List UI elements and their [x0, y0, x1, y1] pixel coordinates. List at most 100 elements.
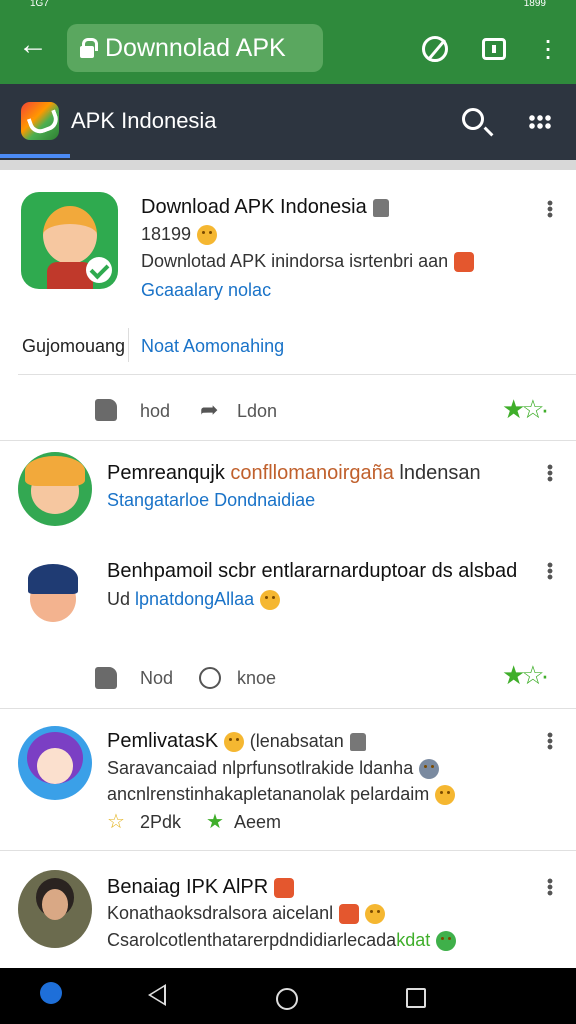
status-clock: 1899	[523, 0, 546, 9]
gift-icon	[454, 252, 475, 273]
post-line: Konathaoksdralsora aicelanl	[107, 903, 386, 925]
heart-icon[interactable]	[199, 667, 221, 689]
search-icon[interactable]	[462, 108, 484, 130]
grid-icon[interactable]	[528, 114, 552, 130]
active-tab-indicator	[0, 154, 70, 158]
meta-right: Aeem	[234, 812, 282, 832]
post-line1: Saravancaiad nlprfunsotlrakide ldanha	[107, 758, 414, 778]
like-icon[interactable]	[95, 399, 117, 421]
star-icon: ★	[206, 811, 224, 833]
divider	[0, 708, 576, 709]
star-outline-icon: ☆	[107, 811, 125, 833]
post-line: ancnlrenstinhakapletananolak pelardaim	[107, 784, 456, 806]
post-title-text: PemlivatasK	[107, 730, 219, 752]
avatar[interactable]	[18, 452, 92, 526]
post-link[interactable]: Gcaaalary nolac	[141, 280, 271, 301]
kebab-icon[interactable]	[547, 562, 553, 580]
post-title: Download APK Indonesia	[141, 196, 389, 219]
emoji-icon	[224, 731, 245, 752]
like-icon[interactable]	[95, 667, 117, 689]
emoji-icon	[436, 931, 457, 952]
share-icon[interactable]: ➦	[200, 399, 222, 421]
divider	[18, 374, 576, 375]
share-label[interactable]: Ldon	[237, 401, 277, 422]
post-title: Pemreanqujk confllomanoirgaña lndensan	[107, 462, 481, 485]
post-description: Downlotad APK inindorsa isrtenbri aan	[141, 251, 475, 273]
post-link[interactable]: lpnatdongAllaa	[135, 589, 254, 609]
status-bar: 1G7 1899	[0, 0, 576, 10]
avatar[interactable]	[18, 870, 92, 948]
post-title: Benaiag IPK AlPR	[107, 876, 295, 899]
heart-label[interactable]: knoe	[237, 668, 276, 689]
emoji-icon	[365, 904, 386, 925]
app-title: APK Indonesia	[71, 108, 217, 133]
post-link[interactable]: Stangatarloe Dondnaidiae	[107, 490, 315, 511]
avatar-face	[41, 888, 69, 920]
kebab-icon[interactable]	[547, 878, 553, 896]
post-title-b: (lenabsatan	[249, 731, 344, 751]
gift-icon	[339, 904, 360, 925]
divider	[0, 850, 576, 851]
post-title: Benhpamoil scbr entlararnarduptoar ds al…	[107, 560, 518, 582]
hand-icon	[349, 732, 366, 751]
post-line2-tail: kdat	[396, 930, 431, 950]
nav-recent-icon[interactable]	[406, 988, 426, 1008]
thumbs-up-icon	[372, 198, 389, 217]
star-icon[interactable]: ★☆·	[502, 394, 549, 425]
post-title-text: Benaiag IPK AlPR	[107, 876, 269, 898]
more-vert-icon[interactable]: · · ·	[540, 26, 556, 70]
url-text: Downnolad APK	[105, 33, 286, 62]
lock-icon	[79, 38, 98, 58]
tab-icon[interactable]	[482, 38, 506, 60]
avatar[interactable]	[18, 560, 88, 634]
post-title-c: lndensan	[399, 462, 481, 484]
avatar-hair	[25, 456, 85, 487]
post-subtitle: Ud lpnatdongAllaa	[107, 589, 281, 611]
avatar-face	[43, 206, 97, 264]
post-sub-a: Ud	[107, 589, 131, 609]
post-line2: Csarolcotlenthatarerpdndidiarlecada	[107, 930, 397, 950]
post-count: 18199	[141, 224, 218, 246]
kebab-icon[interactable]	[547, 200, 553, 218]
app-bar: APK Indonesia	[0, 84, 576, 160]
kebab-icon[interactable]	[547, 732, 553, 750]
post-title-text: Download APK Indonesia	[141, 196, 367, 218]
post-line: Csarolcotlenthatarerpdndidiarlecadakdat	[107, 930, 457, 952]
emoji-icon	[197, 225, 218, 246]
post-description-text: Downlotad APK inindorsa isrtenbri aan	[141, 251, 449, 271]
kebab-icon[interactable]	[547, 464, 553, 482]
url-bar[interactable]: Downnolad APK	[67, 24, 323, 72]
emoji-icon	[419, 759, 440, 780]
tab-right[interactable]: Noat Aomonahing	[141, 336, 284, 357]
star-icon[interactable]: ★☆·	[502, 660, 549, 691]
post-title-a: Pemreanqujk	[107, 462, 225, 484]
verified-check-icon	[86, 257, 112, 283]
back-arrow-icon[interactable]: ←	[18, 30, 48, 62]
status-left: 1G7	[30, 0, 49, 9]
post-count-text: 18199	[141, 224, 192, 244]
nav-back-icon[interactable]	[148, 984, 166, 1006]
pen-icon[interactable]	[40, 982, 62, 1004]
divider	[0, 440, 576, 441]
tab-left[interactable]: Gujomouang	[22, 336, 125, 357]
tab-divider	[128, 328, 129, 362]
post-title-b: confllomanoirgaña	[230, 462, 394, 484]
like-label[interactable]: Nod	[140, 668, 173, 689]
speed-icon[interactable]	[422, 36, 448, 62]
section-gap	[0, 160, 576, 170]
app-avatar[interactable]	[21, 192, 118, 289]
avatar-face	[37, 748, 73, 784]
avatar[interactable]	[18, 726, 92, 800]
feed: Download APK Indonesia 18199 Downlotad A…	[0, 170, 576, 968]
app-logo-icon	[21, 102, 59, 140]
post-line1: Konathaoksdralsora aicelanl	[107, 903, 334, 923]
post-title: PemlivatasK (lenabsatan	[107, 730, 366, 753]
post-line2: ancnlrenstinhakapletananolak pelardaim	[107, 784, 430, 804]
emoji-icon	[260, 590, 281, 611]
browser-toolbar: ← Downnolad APK · · ·	[0, 10, 576, 84]
gift-icon	[274, 877, 295, 898]
nav-home-icon[interactable]	[276, 988, 298, 1010]
like-label[interactable]: hod	[140, 401, 170, 422]
emoji-icon	[435, 785, 456, 806]
avatar-hat	[27, 564, 79, 595]
